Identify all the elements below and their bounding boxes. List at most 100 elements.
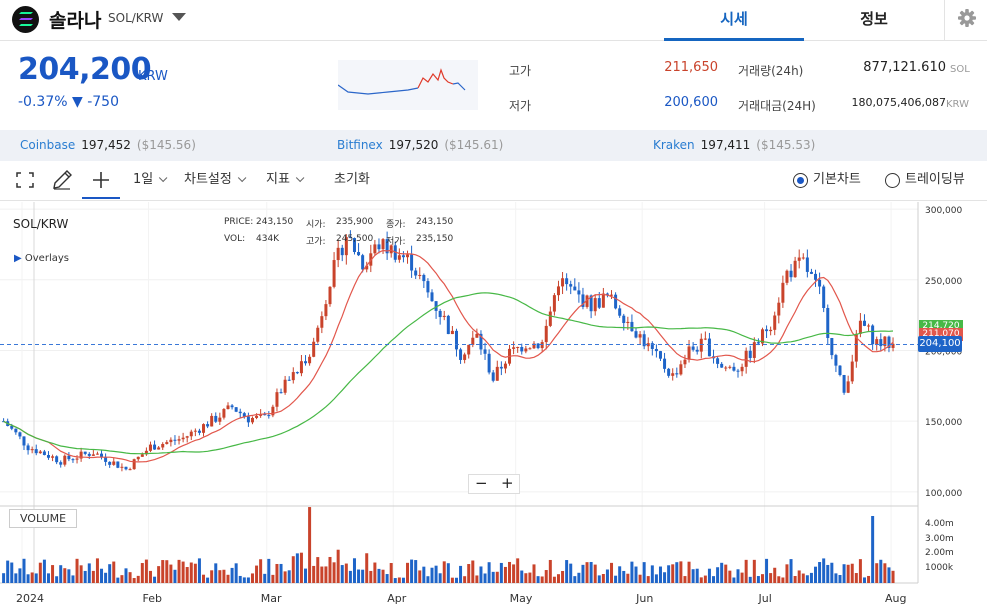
volume-bar [846,564,850,583]
candle-body [483,349,487,354]
coin-pair[interactable]: SOL/KRW [108,11,163,25]
low-label: 저가 [509,99,532,113]
volume-bar [589,561,593,583]
exchange-kraken[interactable]: Kraken 197,411 ($145.53) [653,138,815,152]
candle-body [503,363,507,369]
zoom-in-button[interactable]: + [501,474,514,492]
candle-body [805,257,809,272]
price-unit: KRW [138,69,168,84]
volume-bar [703,575,707,583]
candle-body [695,349,699,352]
basic-chart-radio[interactable] [793,173,808,188]
price-change: -0.37% ▼ -750 [18,94,119,110]
volume-bar [136,575,140,583]
volume-bar [605,569,609,583]
settings-button[interactable] [944,0,987,41]
candle-body [165,442,169,445]
volume-bar [487,562,491,583]
volume-bar [218,570,222,583]
current-price: 204,200 [18,52,152,87]
volume-bar [618,566,622,583]
x-tick-label: Feb [142,592,161,605]
volume-bar [626,573,630,583]
volume-bar [336,549,340,583]
y-tick-label: 100,000 [925,489,962,499]
volume-bar [760,574,764,583]
candle-body [332,260,336,287]
candle-body [773,315,777,330]
volume-bar [732,577,736,583]
candle-body [189,431,193,437]
volume-bar [634,566,638,583]
volume-value: 877,121.610 [863,60,946,75]
volume-bar [83,570,87,583]
ohlc-open-value: 235,900 [336,217,374,227]
indicators-select[interactable]: 지표 [266,161,305,199]
candle-body [736,370,740,372]
volume-bar [344,563,348,583]
x-tick-label: Mar [261,592,282,605]
volume-bar [654,574,658,583]
candle-body [756,342,760,344]
candle-body [512,347,516,349]
candle-body [112,461,116,465]
interval-select[interactable]: 1일 [133,161,168,199]
volume-bar [720,562,724,583]
chevron-down-icon[interactable] [172,13,186,21]
candle-body [871,325,875,345]
volume-tick-label: 2.00m [925,548,954,558]
price-chart[interactable]: 300,000 250,000 200,000 150,000 100,000 2024 F… [0,202,987,611]
ohlc-high-value: 245,500 [336,234,374,244]
exchange-coinbase[interactable]: Coinbase 197,452 ($145.56) [20,138,196,152]
volume-bar [132,578,136,583]
exchange-bitfinex[interactable]: Bitfinex 197,520 ($145.61) [337,138,503,152]
chart-settings-select[interactable]: 차트설정 [184,161,247,199]
volume-bar [638,574,642,583]
volume-bar [75,558,79,583]
draw-button[interactable] [50,161,76,199]
overlays-toggle[interactable]: ▶ Overlays [14,253,69,264]
volume-bar [140,563,144,583]
tradingview-label: 트레이딩뷰 [905,172,965,187]
candle-body [744,350,748,367]
candle-body [728,366,732,368]
tab-info[interactable]: 정보 [804,0,944,41]
triangle-right-icon: ▶ [14,253,22,264]
zoom-out-button[interactable]: − [475,474,488,492]
candle-body [246,416,250,423]
candle-body [687,346,691,360]
volume-bar [42,559,46,583]
volume-bar [663,572,667,583]
volume-bar [438,573,442,583]
volume-bar [479,566,483,583]
y-tick-label: 150,000 [925,418,962,428]
candle-body [267,415,271,417]
volume-bar [38,562,42,583]
crosshair-button[interactable] [82,161,120,199]
tradingview-radio[interactable] [885,173,900,188]
fullscreen-button[interactable] [14,161,38,199]
volume-bar [830,562,834,583]
candle-body [422,274,426,282]
volume-bar [528,572,532,583]
tab-price[interactable]: 시세 [664,0,804,41]
candle-body [838,365,842,375]
candle-body [748,350,752,358]
reset-button[interactable]: 초기화 [334,161,370,199]
candle-body [161,444,165,448]
volume-bar [540,576,544,583]
ohlc-vol-label: VOL: [224,234,246,244]
ohlc-price-value: 243,150 [256,217,294,227]
volume-bar [565,560,569,583]
ohlc-price-label: PRICE: [224,217,254,227]
volume-bar [446,563,450,583]
volume-bar [503,566,507,583]
volume-bar [610,562,614,583]
volume-bar [410,559,414,583]
ma-short-line [3,249,894,463]
chart-canvas[interactable]: 300,000250,000200,000150,000100,0002024 F… [0,202,987,611]
candle-body [169,439,173,443]
volume-bar [100,568,104,583]
coin-name: 솔라나 [49,10,102,32]
candle-body [340,247,344,256]
